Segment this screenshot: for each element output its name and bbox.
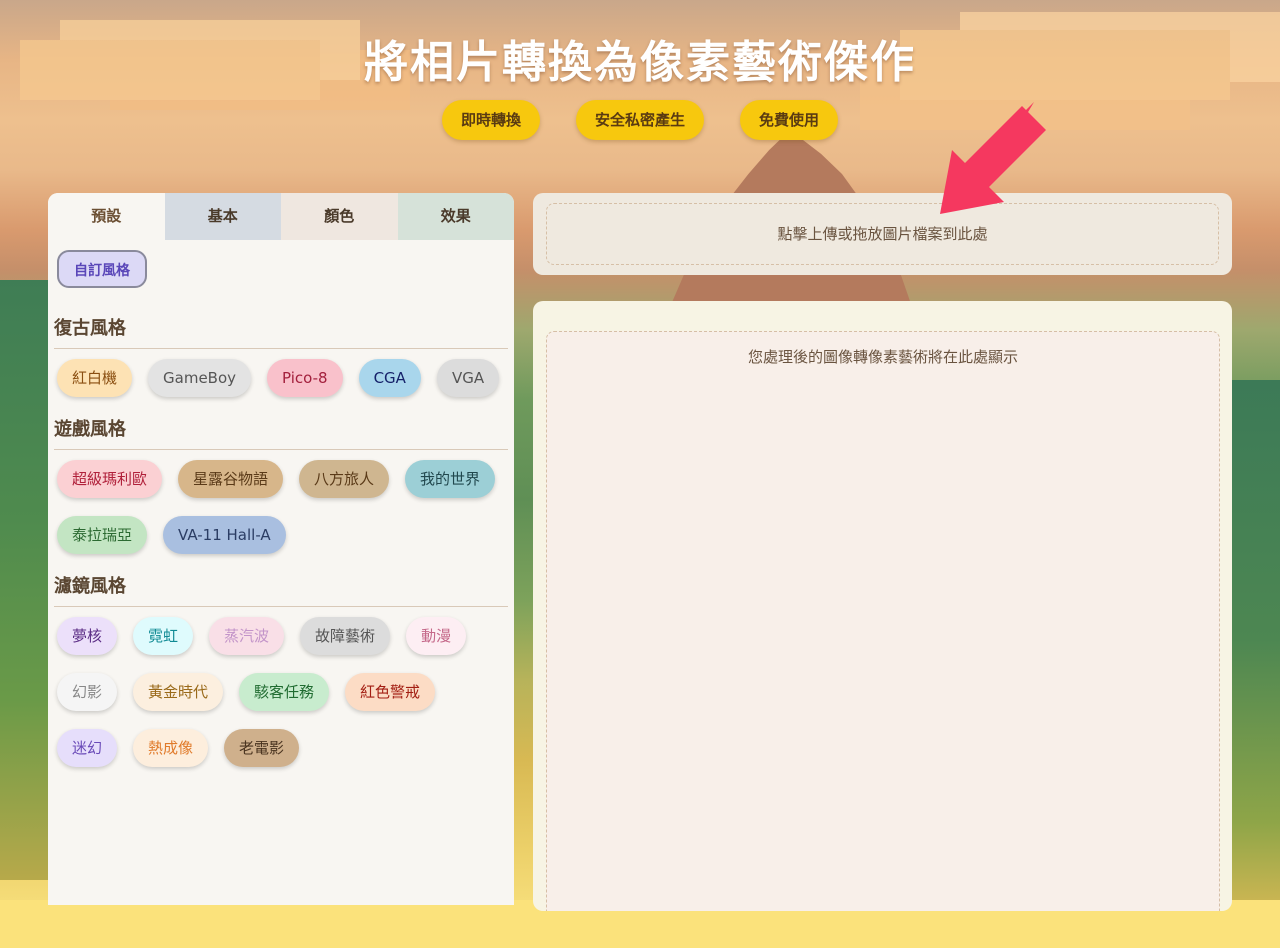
game-style-chips: 超級瑪利歐 星露谷物語 八方旅人 我的世界 泰拉瑞亞 VA-11 Hall-A [48,450,514,554]
style-chip-famicom[interactable]: 紅白機 [57,359,133,397]
upload-dropzone[interactable]: 點擊上傳或拖放圖片檔案到此處 [546,203,1219,265]
section-title-game: 遊戲風格 [54,415,508,450]
badge-secure: 安全私密產生 [575,100,704,140]
badge-free: 免費使用 [740,100,839,140]
arrow-pointer-icon [940,102,1046,214]
filter-style-chips: 夢核 霓虹 蒸汽波 故障藝術 動漫 幻影 黃金時代 駭客任務 紅色警戒 迷幻 熱… [48,607,514,767]
style-chip-thermal[interactable]: 熱成像 [133,729,209,767]
tab-effects[interactable]: 效果 [397,193,514,240]
style-chip-neon[interactable]: 霓虹 [133,617,194,655]
style-chip-golden-age[interactable]: 黃金時代 [133,673,224,711]
trees-right [1228,380,1280,900]
page-title: 將相片轉換為像素藝術傑作 [364,37,916,88]
style-chip-gameboy[interactable]: GameBoy [148,359,252,397]
section-title-filter: 濾鏡風格 [54,572,508,607]
tab-presets[interactable]: 預設 [48,193,165,240]
style-chip-cga[interactable]: CGA [358,359,421,397]
style-chip-mario[interactable]: 超級瑪利歐 [57,460,163,498]
style-chip-psychedelic[interactable]: 迷幻 [57,729,118,767]
style-chip-va11[interactable]: VA-11 Hall-A [163,516,286,554]
badge-instant: 即時轉換 [441,100,540,140]
style-panel: 預設 基本 顏色 效果 自訂風格 復古風格 紅白機 GameBoy Pico-8… [48,193,514,905]
style-chip-octopath[interactable]: 八方旅人 [299,460,390,498]
output-panel: 您處理後的圖像轉像素藝術將在此處顯示 [533,301,1232,911]
style-chip-stardew[interactable]: 星露谷物語 [178,460,284,498]
style-chip-minecraft[interactable]: 我的世界 [405,460,496,498]
style-chip-glitch[interactable]: 故障藝術 [300,617,391,655]
style-chip-old-film[interactable]: 老電影 [224,729,300,767]
style-chip-phantom[interactable]: 幻影 [57,673,118,711]
custom-style-button[interactable]: 自訂風格 [57,250,147,288]
style-chip-dreamcore[interactable]: 夢核 [57,617,118,655]
tab-color[interactable]: 顏色 [281,193,398,240]
style-chip-terraria[interactable]: 泰拉瑞亞 [57,516,148,554]
retro-style-chips: 紅白機 GameBoy Pico-8 CGA VGA [48,349,514,397]
style-chip-pico8[interactable]: Pico-8 [267,359,343,397]
feature-badges: 即時轉換 安全私密產生 免費使用 [0,100,1280,140]
output-placeholder: 您處理後的圖像轉像素藝術將在此處顯示 [747,348,1018,366]
tab-basic[interactable]: 基本 [164,193,281,240]
output-canvas: 您處理後的圖像轉像素藝術將在此處顯示 [546,331,1220,911]
tab-bar: 預設 基本 顏色 效果 [48,193,514,240]
custom-style-row: 自訂風格 [48,240,514,296]
style-chip-anime[interactable]: 動漫 [406,617,467,655]
style-chip-vga[interactable]: VGA [436,359,500,397]
style-chip-vaporwave[interactable]: 蒸汽波 [209,617,285,655]
style-chip-matrix[interactable]: 駭客任務 [239,673,330,711]
upload-panel: 點擊上傳或拖放圖片檔案到此處 [533,193,1232,275]
section-title-retro: 復古風格 [54,314,508,349]
upload-prompt: 點擊上傳或拖放圖片檔案到此處 [777,225,988,243]
style-chip-red-alert[interactable]: 紅色警戒 [345,673,436,711]
